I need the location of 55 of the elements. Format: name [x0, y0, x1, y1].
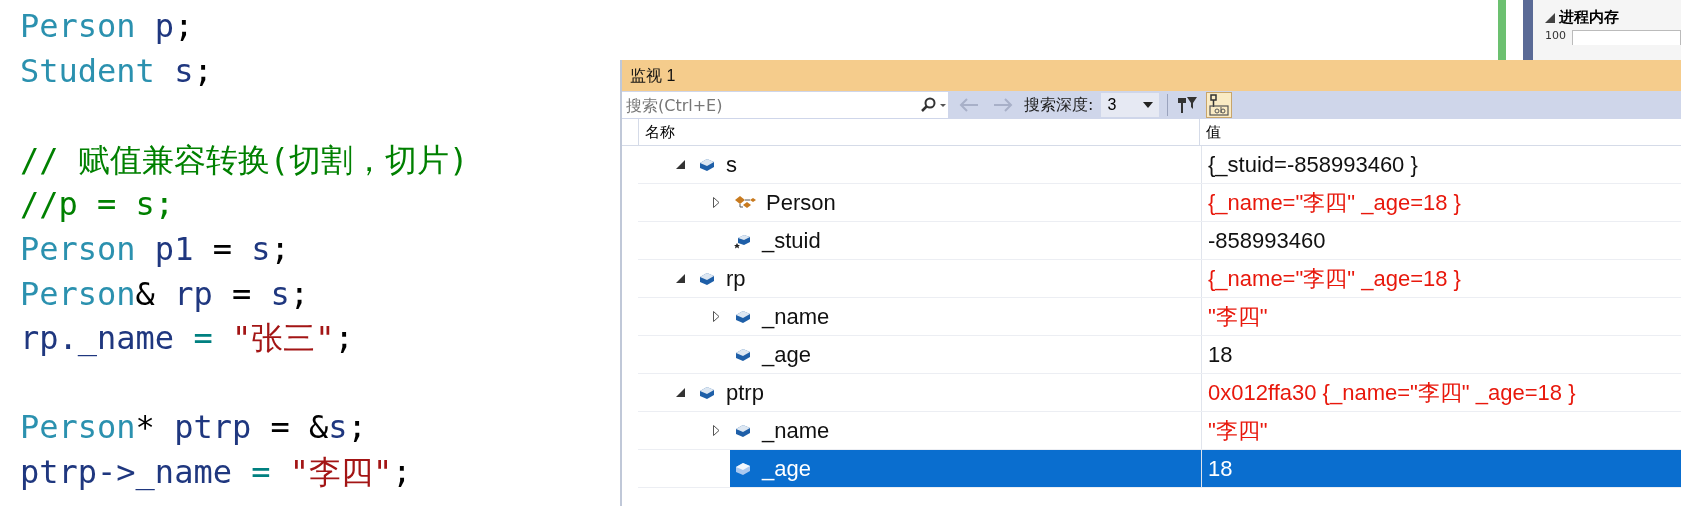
expand-icon[interactable] [712, 197, 720, 208]
variable-name[interactable]: _age [730, 336, 1201, 373]
code-line: ptrp->_name = "李四"; [20, 451, 413, 493]
axis-label: 100 [1545, 30, 1566, 42]
variable-name[interactable]: _name [730, 412, 1201, 449]
cube-icon [734, 422, 752, 439]
cube-star-icon [734, 232, 752, 249]
code-line: Person p1 = s; [20, 228, 291, 270]
variable-value: 0x012ffa30 {_name="李四" _age=18 } [1207, 378, 1577, 407]
code-line: //p = s; [20, 184, 176, 226]
collapse-icon[interactable] [1545, 12, 1555, 23]
cube-icon [698, 384, 716, 401]
expand-icon[interactable] [712, 311, 720, 322]
variable-value: {_stuid=-858993460 } [1207, 150, 1419, 179]
variable-value: {_name="李四" _age=18 } [1207, 264, 1462, 293]
expand-icon[interactable] [712, 425, 720, 436]
cube-icon [698, 270, 716, 287]
cube-icon [734, 308, 752, 325]
column-header[interactable]: 值 [1200, 119, 1681, 145]
variable-value: 18 [1207, 340, 1234, 369]
code-line: // 赋值兼容转换(切割，切片) [20, 139, 469, 181]
search-field[interactable]: 搜索(Ctrl+E) [622, 92, 918, 118]
status-strip [1498, 0, 1506, 60]
collapse-icon[interactable] [675, 274, 685, 283]
code-line: Student s; [20, 50, 214, 92]
cube-icon [698, 156, 716, 173]
cube-icon [734, 346, 752, 363]
column-header[interactable]: 名称 [638, 119, 1200, 145]
variable-name[interactable]: _stuid [730, 222, 1201, 259]
code-line: Person* ptrp = &s; [20, 407, 368, 449]
cube-icon [734, 460, 752, 477]
depth-dropdown[interactable]: 3 [1101, 93, 1160, 117]
variable-value: "李四" [1207, 416, 1269, 445]
code-line: Person& rp = s; [20, 273, 310, 315]
variable-name[interactable]: _age [730, 450, 1201, 487]
variable-value: {_name="李四" _age=18 } [1207, 188, 1462, 217]
depth-label: 搜索深度: [1024, 94, 1094, 116]
collapse-icon[interactable] [675, 388, 685, 397]
variable-name[interactable]: ptrp [694, 374, 1201, 411]
code-line: Person p; [20, 6, 195, 47]
search-icon[interactable] [918, 92, 948, 118]
pin-text-button[interactable] [1206, 92, 1233, 118]
variable-name[interactable]: _name [730, 298, 1201, 335]
variable-name[interactable]: s [694, 146, 1201, 183]
collapse-icon[interactable] [675, 160, 685, 169]
window-title: 监视 1 [622, 60, 1681, 91]
caret-icon [1143, 102, 1154, 108]
code-line: rp._name = "张三"; [20, 318, 355, 360]
variable-value: "李四" [1207, 302, 1269, 331]
variable-name[interactable]: Person [730, 184, 1201, 221]
variable-value: 18 [1202, 450, 1681, 487]
variable-name[interactable]: rp [694, 260, 1201, 297]
variable-value: -858993460 [1207, 226, 1327, 255]
section-title: 进程内存 [1559, 8, 1619, 27]
filter-pin-icon[interactable] [1176, 95, 1199, 115]
